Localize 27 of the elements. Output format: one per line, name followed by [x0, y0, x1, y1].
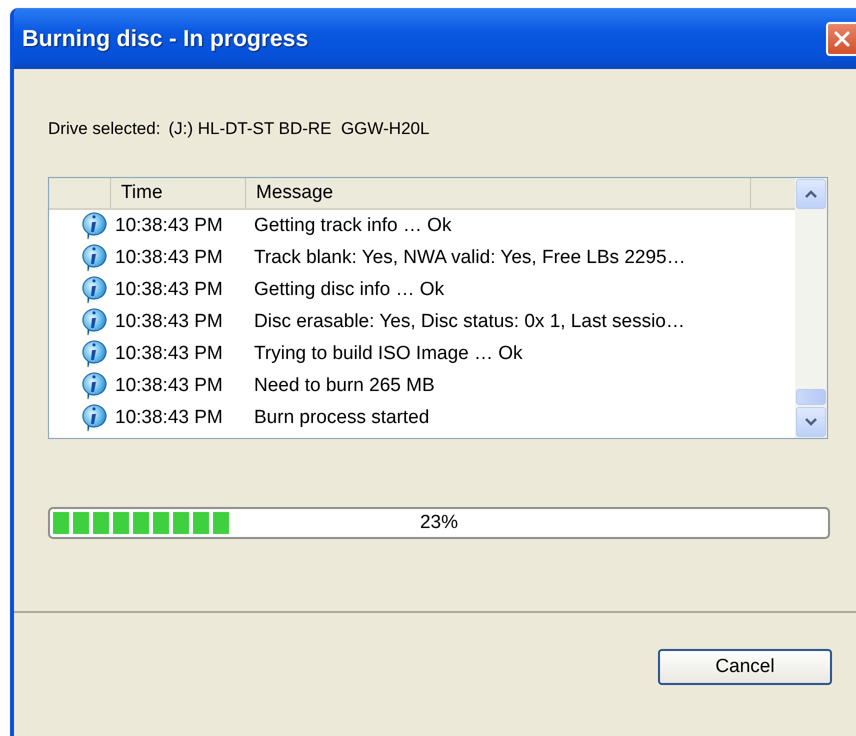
- message-cell-text: Need to burn 265 MB: [253, 375, 435, 397]
- close-button[interactable]: [826, 22, 856, 56]
- message-cell-text: Getting track info … Ok: [253, 215, 452, 237]
- cancel-button[interactable]: Cancel: [658, 649, 832, 685]
- time-cell-text: 10:38:43 PM: [114, 407, 224, 429]
- message-cell-text: Trying to build ISO Image … Ok: [253, 343, 523, 365]
- column-header[interactable]: Time: [111, 178, 246, 208]
- progress-percent: 23%: [420, 512, 458, 534]
- time-cell-text: 10:38:43 PM: [114, 343, 224, 365]
- time-cell-text: 10:38:43 PM: [114, 215, 224, 237]
- message-cell-text: Getting disc info … Ok: [253, 279, 444, 301]
- window-title: Burning disc - In progress: [22, 25, 308, 52]
- message-cell-text: Disc erasable: Yes, Disc status: 0x 1, Last sessio…: [253, 311, 685, 333]
- time-cell-text: 10:38:43 PM: [114, 247, 224, 269]
- message-cell-text: Burn process started: [253, 407, 430, 429]
- drive-label: Drive selected:: [48, 119, 160, 139]
- scroll-thumb[interactable]: [796, 389, 826, 405]
- scroll-down-button[interactable]: [796, 407, 826, 437]
- scroll-up-button[interactable]: [796, 179, 826, 209]
- time-cell-text: 10:38:43 PM: [114, 311, 224, 333]
- time-cell-text: 10:38:43 PM: [114, 279, 224, 301]
- time-cell-text: 10:38:43 PM: [114, 375, 224, 397]
- message-cell-text: Track blank: Yes, NWA valid: Yes, Free LBs 2295…: [253, 247, 686, 269]
- column-header[interactable]: Message: [246, 178, 751, 208]
- scrollbar[interactable]: [795, 178, 827, 438]
- drive-name: (J:) HL-DT-ST BD-RE GGW-H20L: [168, 119, 430, 139]
- close-icon: [833, 30, 851, 48]
